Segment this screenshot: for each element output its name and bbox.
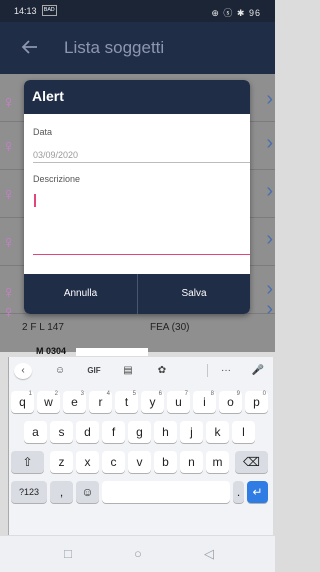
dialog-header: Alert [24, 80, 250, 114]
clipboard-icon[interactable]: ▤ [119, 363, 137, 379]
chevron-right-icon: › [266, 132, 273, 154]
enter-icon[interactable]: ↵ [247, 481, 268, 503]
app-bar: Lista soggetti [0, 22, 275, 74]
notification-icon: ᴮᴬᴰ [42, 5, 57, 16]
suggestion-box [76, 348, 148, 356]
key-j[interactable]: j [180, 421, 203, 443]
shift-icon[interactable]: ⇧ [11, 451, 44, 473]
key-h[interactable]: h [154, 421, 177, 443]
key-k[interactable]: k [206, 421, 229, 443]
description-label: Descrizione [33, 174, 81, 184]
key-r[interactable]: 4r [89, 391, 112, 413]
cancel-button[interactable]: Annulla [24, 274, 137, 314]
save-button[interactable]: Salva [137, 274, 250, 314]
back-nav-icon[interactable]: ◁ [204, 546, 214, 562]
key-e[interactable]: 3e [63, 391, 86, 413]
key-y[interactable]: 6y [141, 391, 164, 413]
backspace-icon[interactable]: ⌫ [235, 451, 268, 473]
key-m[interactable]: m [206, 451, 229, 473]
key-comma[interactable]: , [50, 481, 73, 503]
chevron-right-icon: › [266, 88, 273, 110]
page-title: Lista soggetti [64, 38, 165, 57]
space-bar[interactable] [102, 481, 230, 503]
key-g[interactable]: g [128, 421, 151, 443]
emoji-icon[interactable]: ☺ [51, 363, 69, 379]
subject-info: 2 F L 147 [22, 322, 64, 333]
key-u[interactable]: 7u [167, 391, 190, 413]
recent-apps-icon[interactable]: □ [64, 546, 72, 561]
key-p[interactable]: 0p [245, 391, 268, 413]
key-i[interactable]: 8i [193, 391, 216, 413]
symbols-button[interactable]: ?123 [11, 481, 47, 503]
key-o[interactable]: 9o [219, 391, 242, 413]
chevron-right-icon: › [266, 298, 273, 320]
keyboard: ‹ ☺ GIF ▤ ✿ ··· 🎤 1q 2w 3e 4r 5t 6y 7u 8… [8, 357, 273, 535]
description-field[interactable] [33, 254, 250, 255]
key-q[interactable]: 1q [11, 391, 34, 413]
text-cursor [34, 194, 36, 207]
chevron-right-icon: › [266, 228, 273, 250]
key-w[interactable]: 2w [37, 391, 60, 413]
toolbar-divider [207, 364, 208, 377]
key-c[interactable]: c [102, 451, 125, 473]
dialog-title: Alert [32, 88, 64, 104]
keyboard-toolbar: ‹ ☺ GIF ▤ ✿ ··· 🎤 [9, 357, 274, 385]
gif-button[interactable]: GIF [85, 363, 103, 379]
key-x[interactable]: x [76, 451, 99, 473]
female-icon: ♀ [2, 92, 16, 112]
key-n[interactable]: n [180, 451, 203, 473]
key-f[interactable]: f [102, 421, 125, 443]
key-b[interactable]: b [154, 451, 177, 473]
settings-icon[interactable]: ✿ [153, 363, 171, 379]
status-time: 14:13 [14, 6, 37, 16]
female-icon: ♀ [2, 232, 16, 252]
key-l[interactable]: l [232, 421, 255, 443]
alert-dialog: Alert Data 03/09/2020 Descrizione Annull… [24, 80, 250, 314]
female-icon: ♀ [2, 184, 16, 204]
date-label: Data [33, 127, 53, 137]
female-icon: ♀ [2, 136, 16, 156]
emoji-key-icon[interactable]: ☺ [76, 481, 99, 503]
key-s[interactable]: s [50, 421, 73, 443]
key-period[interactable]: . [233, 481, 244, 503]
navigation-bar: □ ○ ◁ [0, 536, 275, 572]
status-icons: ⊕ ⓢ ✱ 96 [211, 8, 261, 18]
dialog-actions: Annulla Salva [24, 274, 250, 314]
home-icon[interactable]: ○ [134, 546, 142, 561]
back-arrow-icon[interactable] [20, 37, 40, 57]
more-button[interactable]: ··· [217, 363, 235, 379]
female-icon: ♀ [2, 302, 16, 322]
subject-group: FEA (30) [150, 322, 190, 333]
chevron-right-icon: › [266, 180, 273, 202]
subject-code: M 0304 [36, 346, 67, 356]
key-v[interactable]: v [128, 451, 151, 473]
microphone-icon[interactable]: 🎤 [249, 363, 267, 379]
key-z[interactable]: z [50, 451, 73, 473]
key-d[interactable]: d [76, 421, 99, 443]
date-field[interactable]: 03/09/2020 [33, 150, 78, 160]
key-a[interactable]: a [24, 421, 47, 443]
key-t[interactable]: 5t [115, 391, 138, 413]
collapse-toolbar-icon[interactable]: ‹ [14, 363, 32, 379]
status-bar: 14:13 ᴮᴬᴰ ⊕ ⓢ ✱ 96 [0, 0, 275, 22]
date-underline [33, 162, 250, 163]
